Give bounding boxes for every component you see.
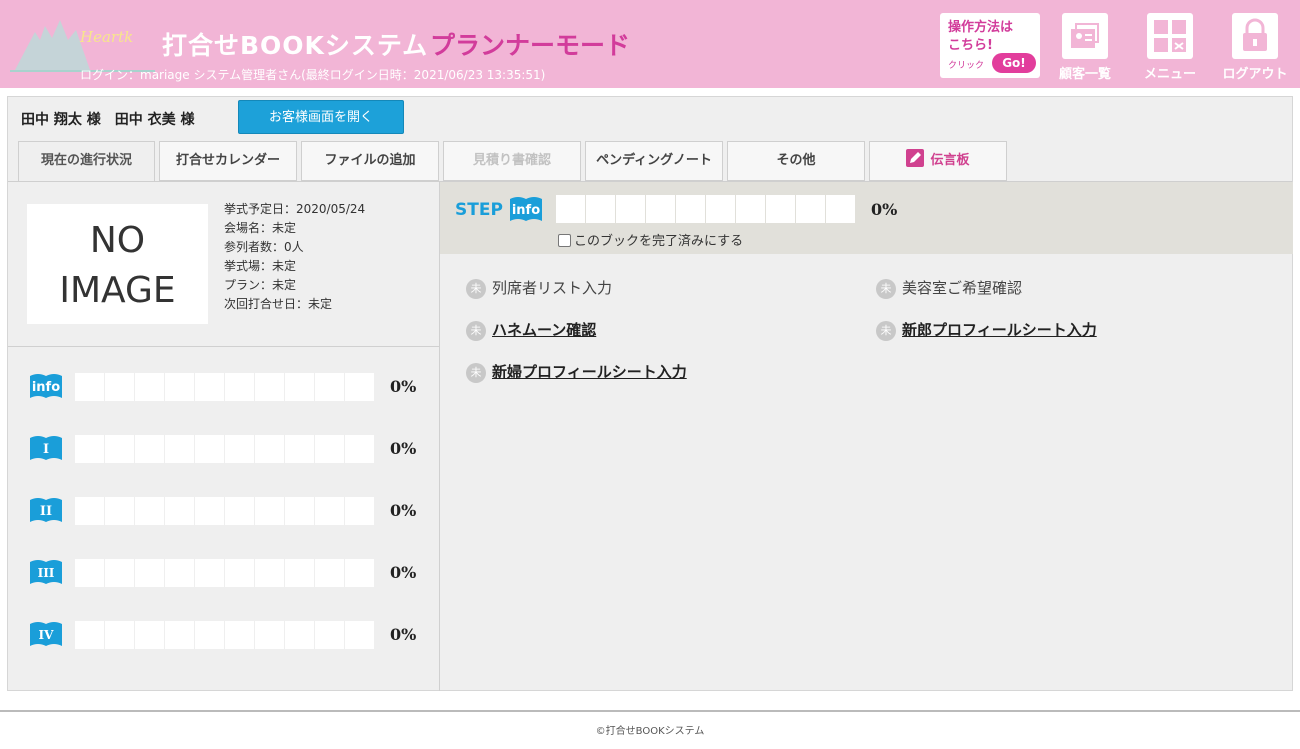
svg-text:Heartk: Heartk (79, 28, 133, 46)
help-line1: 操作方法は (948, 20, 1014, 35)
menu-label: メニュー (1143, 67, 1196, 82)
tab-pending-note[interactable]: ペンディングノート (585, 141, 723, 181)
tab-other[interactable]: その他 (727, 141, 865, 181)
book-info-icon: info (30, 374, 62, 398)
svg-text:info: info (512, 203, 540, 218)
tab-message-board-label: 伝言板 (930, 153, 970, 168)
menu-grid-icon (1147, 13, 1193, 59)
svg-text:info: info (32, 380, 60, 395)
footer-divider (0, 710, 1300, 712)
tab-add-file[interactable]: ファイルの追加 (301, 141, 439, 181)
step-percent: 0% (871, 200, 898, 219)
footer-copyright: ©打合せBOOKシステム (595, 726, 705, 737)
help-go-button[interactable]: Go! (992, 53, 1036, 73)
progress-row-3: III 0% (28, 558, 428, 588)
task-salon-request[interactable]: 未美容室ご希望確認 (876, 277, 1022, 299)
detail-ceremony-hall: 挙式場：未定 (224, 259, 297, 273)
step-progress-bar: STEP info 0% このブックを完了済みにする (440, 182, 1293, 254)
book-info-icon: info (510, 197, 542, 221)
no-image-line1: NO (89, 220, 146, 261)
book-4-icon: IV (30, 622, 62, 646)
task-label[interactable]: ハネムーン確認 (492, 321, 596, 339)
step-label: STEP (455, 200, 503, 220)
progress-percent: 0% (390, 501, 417, 520)
complete-book-label: このブックを完了済みにする (574, 234, 744, 249)
progress-row-2: II 0% (28, 496, 428, 526)
tab-estimate[interactable]: 見積り書確認 (443, 141, 581, 181)
help-line2: こちら! (948, 38, 993, 53)
help-banner[interactable]: 操作方法は こちら! クリック Go! (940, 13, 1040, 78)
customer-names: 田中 翔太 様 田中 衣美 様 (21, 112, 195, 128)
task-honeymoon[interactable]: 未ハネムーン確認 (466, 319, 596, 341)
tab-progress[interactable]: 現在の進行状況 (18, 141, 155, 182)
detail-date: 挙式予定日：2020/05/24 (224, 202, 366, 216)
no-image-placeholder: NO IMAGE (27, 204, 208, 324)
incomplete-badge-icon: 未 (466, 321, 486, 341)
task-label: 列席者リスト入力 (492, 279, 613, 297)
svg-text:I: I (43, 442, 49, 457)
login-info: ログイン：mariage システム管理者さん(最終ログイン日時：2021/06/… (80, 68, 546, 82)
svg-text:IV: IV (39, 628, 55, 642)
progress-percent: 0% (390, 377, 417, 396)
open-customer-screen-button[interactable]: お客様画面を開く (238, 100, 404, 134)
progress-row-info: info 0% (28, 372, 428, 402)
wedding-details: 挙式予定日：2020/05/24 会場名：未定 参列者数：0人 挙式場：未定 プ… (224, 200, 365, 314)
section-divider (8, 346, 439, 347)
book-3-icon: III (30, 560, 62, 584)
task-guest-list[interactable]: 未列席者リスト入力 (466, 277, 612, 299)
brand-logo: Heartk (10, 20, 155, 72)
book-1-icon: I (30, 436, 62, 460)
task-label[interactable]: 新郎プロフィールシート入力 (902, 321, 1097, 339)
progress-cells (75, 559, 375, 587)
incomplete-badge-icon: 未 (466, 363, 486, 383)
complete-book-checkbox[interactable]: このブックを完了済みにする (558, 230, 743, 249)
detail-guests: 参列者数：0人 (224, 240, 304, 254)
app-title: 打合せBOOKシステム (162, 31, 429, 60)
customer-list-icon (1062, 13, 1108, 59)
progress-cells (75, 497, 375, 525)
progress-percent: 0% (390, 625, 417, 644)
step-cells (556, 195, 856, 223)
task-groom-profile[interactable]: 未新郎プロフィールシート入力 (876, 319, 1097, 341)
checkbox-box[interactable] (558, 234, 571, 247)
logout-button[interactable]: ログアウト (1220, 13, 1290, 85)
help-click: クリック (948, 61, 985, 71)
detail-next-meeting: 次回打合せ日：未定 (224, 297, 333, 311)
customer-list-label: 顧客一覧 (1058, 67, 1111, 82)
book-2-icon: II (30, 498, 62, 522)
progress-cells (75, 435, 375, 463)
incomplete-badge-icon: 未 (466, 279, 486, 299)
task-bride-profile[interactable]: 未新婦プロフィールシート入力 (466, 361, 687, 383)
app-header: Heartk 打合せBOOKシステム プランナーモード ログイン：mariage… (0, 0, 1300, 88)
main-panel: 田中 翔太 様 田中 衣美 様 お客様画面を開く 現在の進行状況 打合せカレンダ… (7, 96, 1293, 691)
profile-column: NO IMAGE 挙式予定日：2020/05/24 会場名：未定 参列者数：0人… (8, 182, 439, 691)
progress-cells (75, 621, 375, 649)
task-label[interactable]: 新婦プロフィールシート入力 (492, 363, 687, 381)
incomplete-badge-icon: 未 (876, 321, 896, 341)
logout-label: ログアウト (1222, 67, 1288, 82)
progress-row-4: IV 0% (28, 620, 428, 650)
task-label: 美容室ご希望確認 (902, 279, 1023, 297)
app-mode: プランナーモード (430, 31, 631, 60)
customer-list-button[interactable]: 顧客一覧 (1050, 13, 1120, 85)
progress-row-1: I 0% (28, 434, 428, 464)
no-image-line2: IMAGE (59, 270, 176, 311)
lock-icon (1232, 13, 1278, 59)
tab-calendar[interactable]: 打合せカレンダー (159, 141, 297, 181)
tab-message-board[interactable]: 伝言板 (869, 141, 1007, 181)
incomplete-badge-icon: 未 (876, 279, 896, 299)
detail-venue: 会場名：未定 (224, 221, 297, 235)
detail-plan: プラン：未定 (224, 278, 297, 292)
svg-text:II: II (40, 504, 52, 519)
svg-text:III: III (38, 566, 55, 580)
pencil-icon (906, 149, 925, 167)
menu-button[interactable]: メニュー (1135, 13, 1205, 85)
progress-cells (75, 373, 375, 401)
column-divider (439, 182, 440, 691)
progress-percent: 0% (390, 439, 417, 458)
progress-percent: 0% (390, 563, 417, 582)
